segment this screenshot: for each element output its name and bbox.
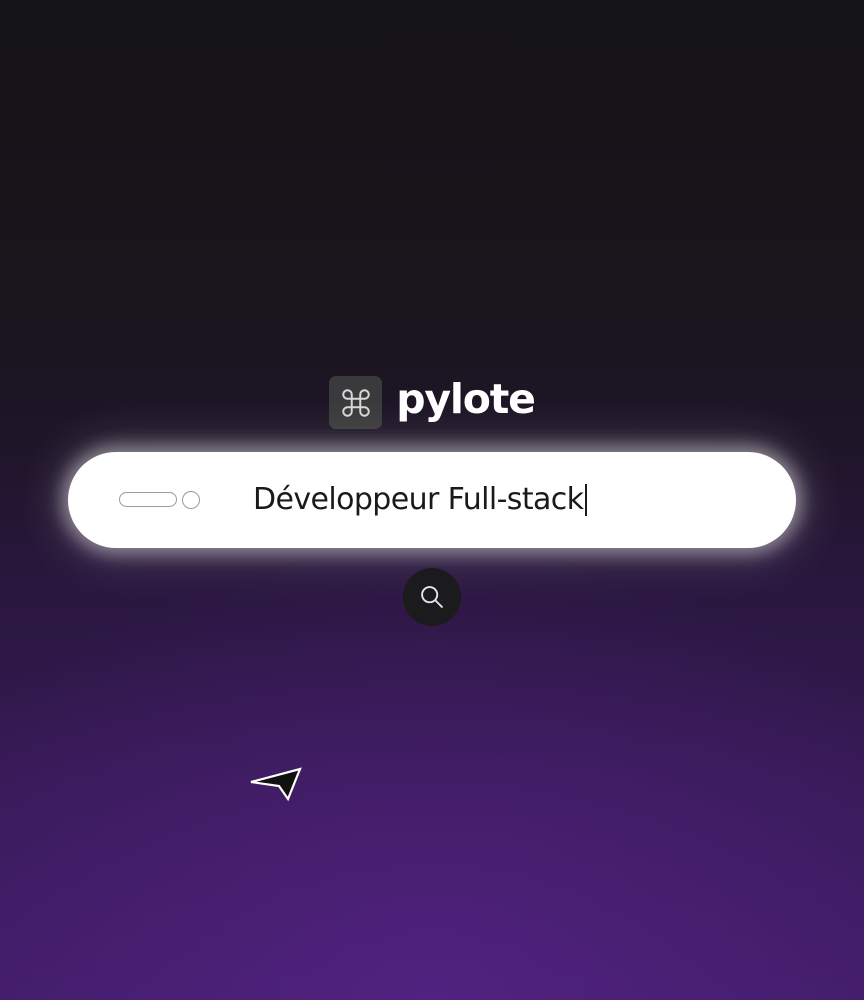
toggle-knob-icon <box>182 491 200 509</box>
brand-logo: pylote <box>0 376 864 429</box>
text-caret <box>585 484 588 516</box>
send-arrow-icon <box>250 767 302 802</box>
brand-name: pylote <box>396 375 536 423</box>
search-input[interactable]: Développeur Full-stack <box>253 480 588 520</box>
search-input-value: Développeur Full-stack <box>253 482 584 517</box>
search-button[interactable] <box>403 568 461 626</box>
search-bar[interactable]: Développeur Full-stack <box>68 452 796 548</box>
toggle-switch-icon[interactable] <box>119 492 177 507</box>
command-key-icon <box>329 376 383 429</box>
search-icon <box>421 586 443 608</box>
